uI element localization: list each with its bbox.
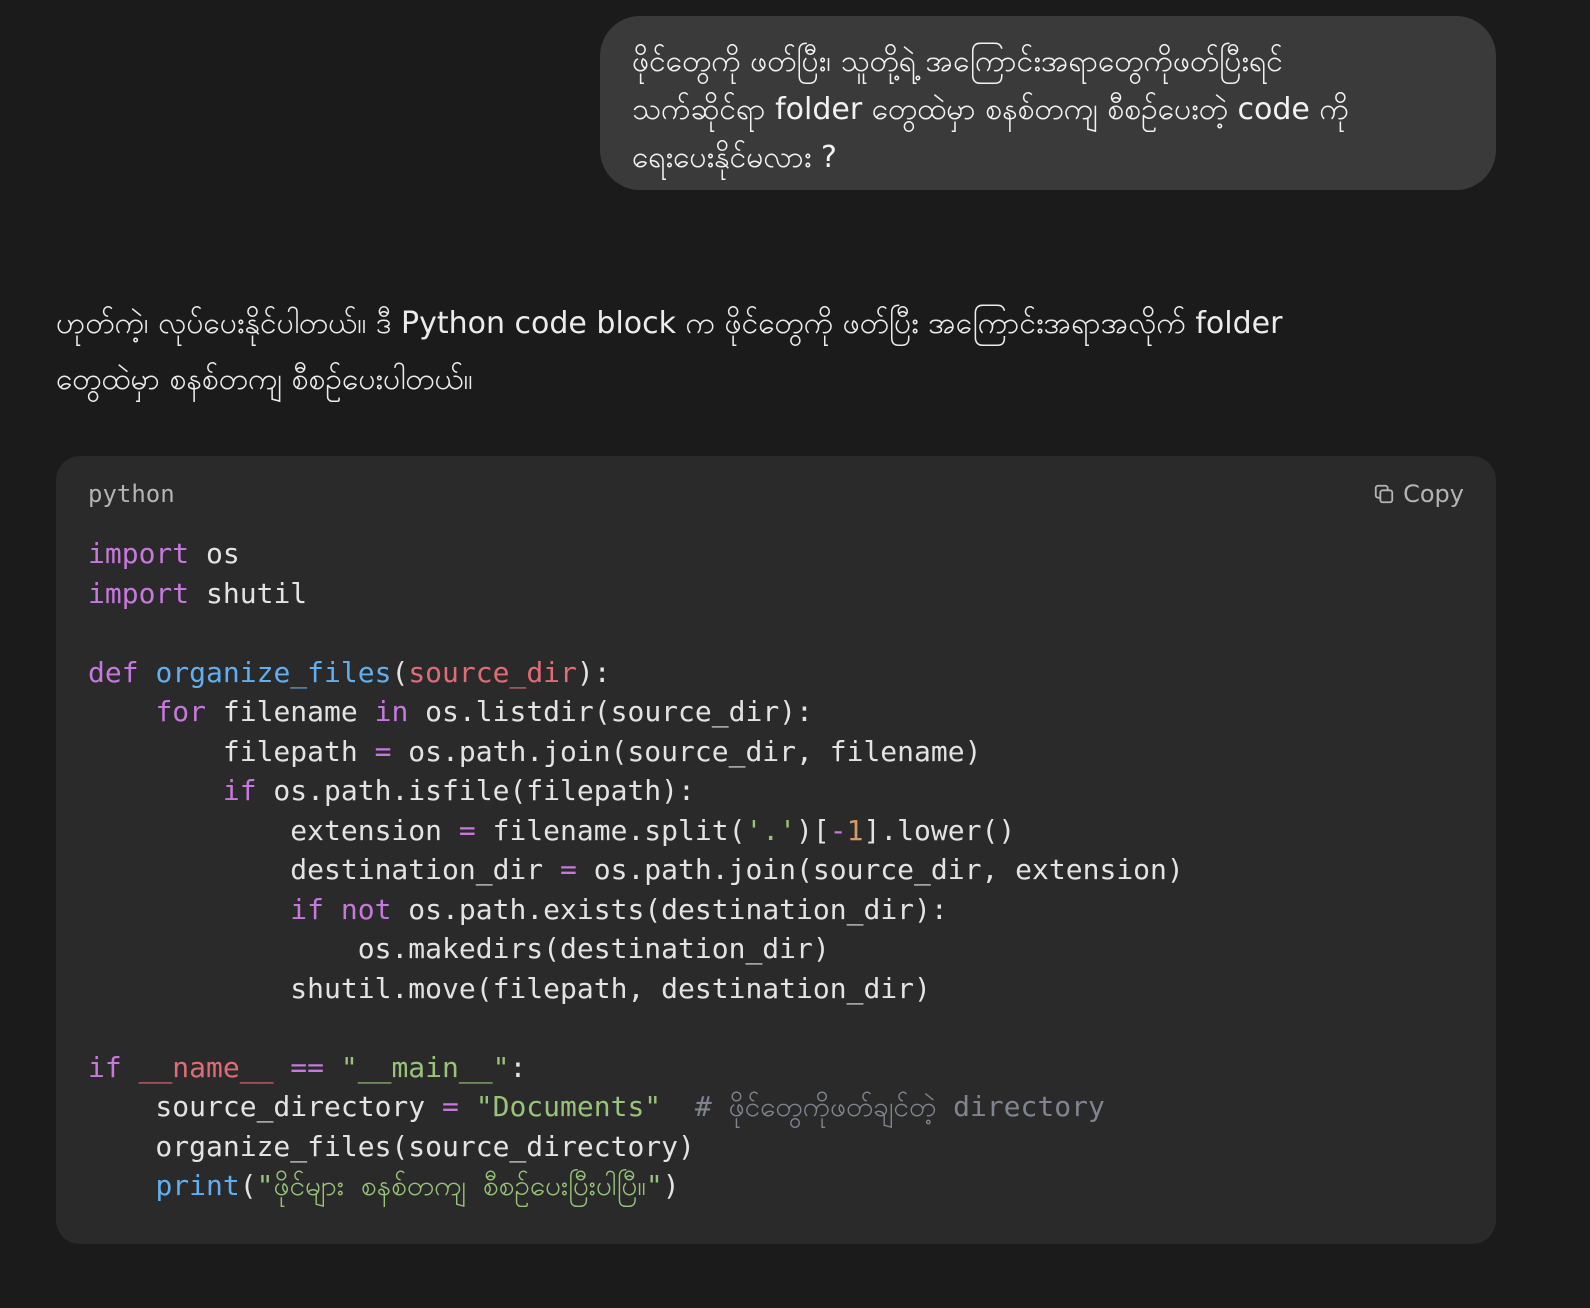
code-token: os.path.join(source_dir, filename) bbox=[391, 734, 982, 768]
code-token: filename.split( bbox=[475, 813, 746, 847]
code-token: os.path.join(source_dir, extension) bbox=[576, 853, 1184, 886]
code-token: = bbox=[442, 1090, 459, 1123]
copy-label: Copy bbox=[1403, 480, 1464, 508]
code-line: destination_dir = os.path.join(source_di… bbox=[88, 850, 1464, 890]
user-message-line: ရေးပေးနိုင်မလား ? bbox=[632, 140, 837, 175]
code-token: os.makedirs(destination_dir) bbox=[88, 932, 830, 965]
code-token: ( bbox=[391, 655, 409, 689]
code-token: filepath bbox=[88, 734, 375, 768]
code-token: if bbox=[88, 1050, 122, 1084]
code-token: os.listdir(source_dir): bbox=[408, 695, 813, 728]
user-message-line: ဖိုင်တွေကို ဖတ်ပြီး၊ သူတို့ရဲ့ အကြောင်းအ… bbox=[632, 44, 1283, 79]
code-line: if os.path.isfile(filepath): bbox=[88, 771, 1464, 811]
code-token: os.path.exists(destination_dir): bbox=[391, 892, 948, 926]
code-token: shutil.move(filepath, destination_dir) bbox=[88, 971, 931, 1005]
code-line: import os bbox=[88, 534, 1464, 574]
code-token: print bbox=[155, 1169, 240, 1202]
code-token: import bbox=[88, 576, 190, 610]
code-token: # ဖိုင်တွေကိုဖတ်ချင်တဲ့ directory bbox=[694, 1090, 1105, 1123]
code-token: not bbox=[340, 892, 392, 926]
code-token: "Documents" bbox=[475, 1090, 662, 1123]
code-line: os.makedirs(destination_dir) bbox=[88, 929, 1464, 969]
code-token: __name__ bbox=[138, 1050, 274, 1084]
code-line: def organize_files(source_dir): bbox=[88, 653, 1464, 693]
user-message-line: သက်ဆိုင်ရာ folder တွေထဲမှာ စနစ်တကျ စီစဉ်… bbox=[632, 92, 1349, 127]
code-token: = bbox=[458, 813, 476, 847]
code-token: def bbox=[88, 655, 139, 689]
code-token: shutil bbox=[189, 576, 308, 610]
code-token: == bbox=[290, 1050, 325, 1084]
code-token: filename bbox=[206, 695, 375, 728]
assistant-message-line: ဟုတ်ကဲ့၊ လုပ်ပေးနိုင်ပါတယ်။ ဒီ Python co… bbox=[56, 306, 1283, 341]
code-line: source_directory = "Documents" # ဖိုင်တွ… bbox=[88, 1087, 1464, 1127]
copy-icon bbox=[1374, 484, 1394, 504]
code-line: shutil.move(filepath, destination_dir) bbox=[88, 969, 1464, 1009]
code-token: = bbox=[560, 853, 577, 886]
code-token: )[ bbox=[796, 813, 830, 847]
code-token: source_dir bbox=[408, 655, 577, 689]
code-token: 1 bbox=[846, 813, 864, 847]
code-token: import bbox=[88, 537, 190, 570]
copy-code-button[interactable]: Copy bbox=[1373, 474, 1464, 514]
code-line: if __name__ == "__main__": bbox=[88, 1048, 1464, 1088]
code-token: ( bbox=[239, 1169, 257, 1202]
code-line: print("ဖိုင်များ စနစ်တကျ စီစဉ်ပေးပြီးပါပ… bbox=[88, 1166, 1464, 1206]
code-line: if not os.path.exists(destination_dir): bbox=[88, 890, 1464, 930]
code-line: extension = filename.split('.')[-1].lowe… bbox=[88, 811, 1464, 851]
code-line: for filename in os.listdir(source_dir): bbox=[88, 692, 1464, 732]
code-token: os bbox=[189, 537, 240, 570]
assistant-message: ဟုတ်ကဲ့၊ လုပ်ပေးနိုင်ပါတယ်။ ဒီ Python co… bbox=[56, 296, 1496, 408]
code-token: source_directory bbox=[88, 1090, 443, 1123]
code-token: for bbox=[155, 695, 207, 728]
code-line: organize_files(source_directory) bbox=[88, 1127, 1464, 1167]
code-token: ].lower() bbox=[863, 813, 1016, 847]
assistant-message-line: တွေထဲမှာ စနစ်တကျ စီစဉ်ပေးပါတယ်။ bbox=[56, 362, 473, 397]
code-token: "__main__" bbox=[340, 1050, 510, 1084]
code-token: - bbox=[829, 813, 847, 847]
code-token: in bbox=[374, 695, 409, 728]
code-token: if bbox=[222, 774, 257, 807]
code-line: filepath = os.path.join(source_dir, file… bbox=[88, 732, 1464, 772]
code-token: ) bbox=[662, 1169, 680, 1202]
code-block-header: python Copy bbox=[56, 456, 1496, 532]
code-token: "ဖိုင်များ စနစ်တကျ စီစဉ်ပေးပြီးပါပြီ။" bbox=[256, 1169, 663, 1202]
code-language-label: python bbox=[88, 480, 175, 508]
user-message-bubble: ဖိုင်တွေကို ဖတ်ပြီး၊ သူတို့ရဲ့ အကြောင်းအ… bbox=[600, 16, 1496, 190]
code-line: import shutil bbox=[88, 574, 1464, 614]
code-token: '.' bbox=[745, 813, 797, 847]
code-token: organize_files(source_directory) bbox=[88, 1129, 695, 1163]
code-token: os.path.isfile(filepath): bbox=[256, 774, 695, 807]
code-token: = bbox=[374, 734, 392, 768]
code-token: : bbox=[509, 1050, 527, 1084]
code-token: organize_files bbox=[155, 655, 392, 689]
code-token: destination_dir bbox=[88, 853, 561, 886]
code-token: ): bbox=[576, 655, 611, 689]
code-token: extension bbox=[88, 813, 459, 847]
code-body: import os import shutil def organize_files… bbox=[88, 534, 1464, 1206]
code-block: python Copy import os import shutil def or… bbox=[56, 456, 1496, 1244]
code-token: if bbox=[290, 892, 325, 926]
